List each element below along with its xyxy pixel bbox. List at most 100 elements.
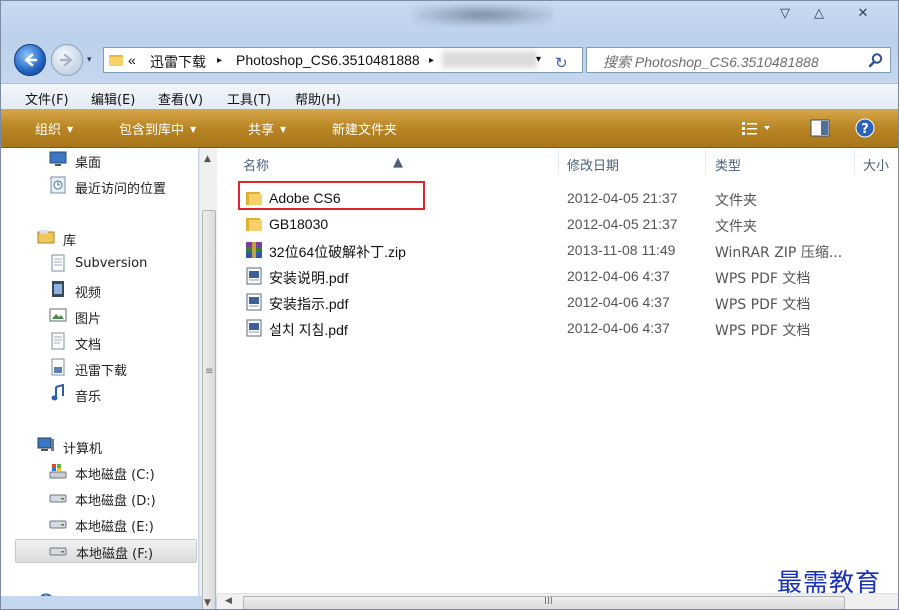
share-label: 共享 [248,123,275,138]
include-in-library-button[interactable]: 包含到库中 ▼ [119,119,196,138]
close-button[interactable]: ✕ [847,5,879,23]
library-icon [37,230,55,244]
forward-button[interactable] [51,44,83,76]
history-dropdown-icon[interactable]: ▾ [87,55,92,65]
help-icon[interactable]: ? [855,118,875,138]
sort-indicator-icon: ▲ [393,155,403,170]
nav-item-label: 库 [63,234,77,249]
maximize-button[interactable]: △ [803,5,835,23]
file-row[interactable]: 安装说明.pdf 2012-04-06 4:37 WPS PDF 文档 [217,263,898,289]
file-modified: 2012-04-06 4:37 [567,320,670,336]
scroll-left-icon[interactable]: ◀ [225,596,232,606]
menu-view[interactable]: 查看(V) [158,89,203,108]
column-divider[interactable] [854,150,855,174]
nav-item-label: 图片 [75,312,102,327]
pdf-file-icon [246,293,262,311]
search-input[interactable]: 搜索 Photoshop_CS6.3510481888 [586,47,891,73]
file-row[interactable]: GB18030 2012-04-05 21:37 文件夹 [217,211,898,237]
column-divider[interactable] [558,150,559,174]
chevron-down-icon: ▼ [280,125,287,134]
nav-item-label: 迅雷下载 [75,364,128,379]
search-icon[interactable] [868,52,884,68]
breadcrumb-photoshop[interactable]: Photoshop_CS6.3510481888 [236,52,420,68]
system-drive-icon [49,464,67,479]
scroll-down-icon[interactable]: ▼ [204,598,211,608]
refresh-icon[interactable]: ↻ [555,54,568,72]
file-row[interactable]: 安装指示.pdf 2012-04-06 4:37 WPS PDF 文档 [217,289,898,315]
arrow-right-icon [59,53,73,67]
breadcrumb-separator-icon[interactable]: ▸ [429,55,434,66]
download-library-icon [51,358,65,376]
column-header-name[interactable]: 名称 [243,155,269,174]
menu-bar: 文件(F) 编辑(E) 查看(V) 工具(T) 帮助(H) [1,83,898,110]
minimize-button[interactable]: ▽ [769,5,801,23]
breadcrumb-xunlei[interactable]: 迅雷下载 [150,52,206,72]
file-modified: 2012-04-06 4:37 [567,294,670,310]
file-modified: 2012-04-05 21:37 [567,190,678,206]
column-header-size[interactable]: 大小 [863,155,889,174]
menu-tools[interactable]: 工具(T) [227,89,271,108]
view-options-icon[interactable] [742,121,772,135]
breadcrumb-separator-icon[interactable]: ▸ [217,55,222,66]
address-dropdown-icon[interactable]: ▾ [536,54,541,65]
navigation-pane: 桌面 最近访问的位置 库 Subversion 视频 图片 文档 迅雷下载 音乐… [1,148,198,596]
scroll-up-icon[interactable]: ▲ [204,154,211,164]
nav-item-label: 本地磁盘 (F:) [76,547,154,562]
address-bar[interactable]: « 迅雷下载 ▸ Photoshop_CS6.3510481888 ▸ ▾ [103,47,583,73]
drive-icon [49,494,67,503]
file-name: 32位64位破解补丁.zip [269,244,406,260]
blurred-window-title [413,4,553,26]
pdf-file-icon [246,319,262,337]
folder-icon [246,218,262,231]
file-modified: 2012-04-06 4:37 [567,268,670,284]
chevron-down-icon: ▼ [190,125,197,134]
column-header-type[interactable]: 类型 [715,155,741,174]
menu-help[interactable]: 帮助(H) [295,89,341,108]
highlight-annotation-box [238,181,425,210]
recent-places-icon [50,176,66,194]
nav-item-label: 音乐 [75,390,102,405]
winrar-archive-icon [246,242,262,258]
file-list: ▲ 名称 修改日期 类型 大小 Adobe CS6 2012-04-05 21:… [217,148,898,596]
nav-item-label: 本地磁盘 (E:) [75,520,154,535]
nav-item-label: 本地磁盘 (D:) [75,494,156,509]
picture-icon [49,308,67,322]
file-row[interactable]: 32位64位破解补丁.zip 2013-11-08 11:49 WinRAR Z… [217,237,898,263]
nav-item-drive-f[interactable]: 本地磁盘 (F:) [15,539,197,563]
scroll-grip-icon: III [544,596,553,607]
file-type: 文件夹 [715,219,757,235]
pdf-file-icon [246,267,262,285]
file-row[interactable]: 설치 지침.pdf 2012-04-06 4:37 WPS PDF 文档 [217,315,898,341]
file-modified: 2013-11-08 11:49 [567,242,676,258]
scrollbar-thumb[interactable] [202,210,216,609]
preview-pane-icon[interactable] [810,119,830,137]
document-icon [51,332,65,350]
column-divider[interactable] [705,150,706,174]
nav-item-label: 文档 [75,338,102,353]
include-in-library-label: 包含到库中 [119,123,185,138]
nav-item-label: 桌面 [75,156,102,171]
nav-item-label: 视频 [75,286,102,301]
file-type: WPS PDF 文档 [715,271,811,287]
menu-edit[interactable]: 编辑(E) [91,89,135,108]
file-name: 설치 지침.pdf [269,322,348,338]
share-button[interactable]: 共享 ▼ [248,119,286,138]
nav-item-label: 网络 [63,594,89,596]
back-button[interactable] [14,44,46,76]
document-library-icon [51,254,65,272]
address-overflow-chevron[interactable]: « [128,52,136,68]
drive-icon [49,547,67,556]
title-bar: ▽ △ ✕ [1,1,898,37]
network-icon [40,593,52,596]
organize-button[interactable]: 组织 ▼ [35,119,73,138]
scrollbar-thumb[interactable]: III [243,596,845,609]
file-name: GB18030 [269,216,329,232]
navigation-scrollbar[interactable]: ▲ ≡ ▼ [199,148,217,609]
column-header-modified[interactable]: 修改日期 [567,155,619,174]
menu-file[interactable]: 文件(F) [25,89,69,108]
file-type: WinRAR ZIP 压缩... [715,245,843,261]
file-name: 安装指示.pdf [269,296,349,312]
new-folder-button[interactable]: 新建文件夹 [332,119,397,138]
arrow-left-icon [24,53,38,67]
search-placeholder: 搜索 Photoshop_CS6.3510481888 [603,54,819,70]
